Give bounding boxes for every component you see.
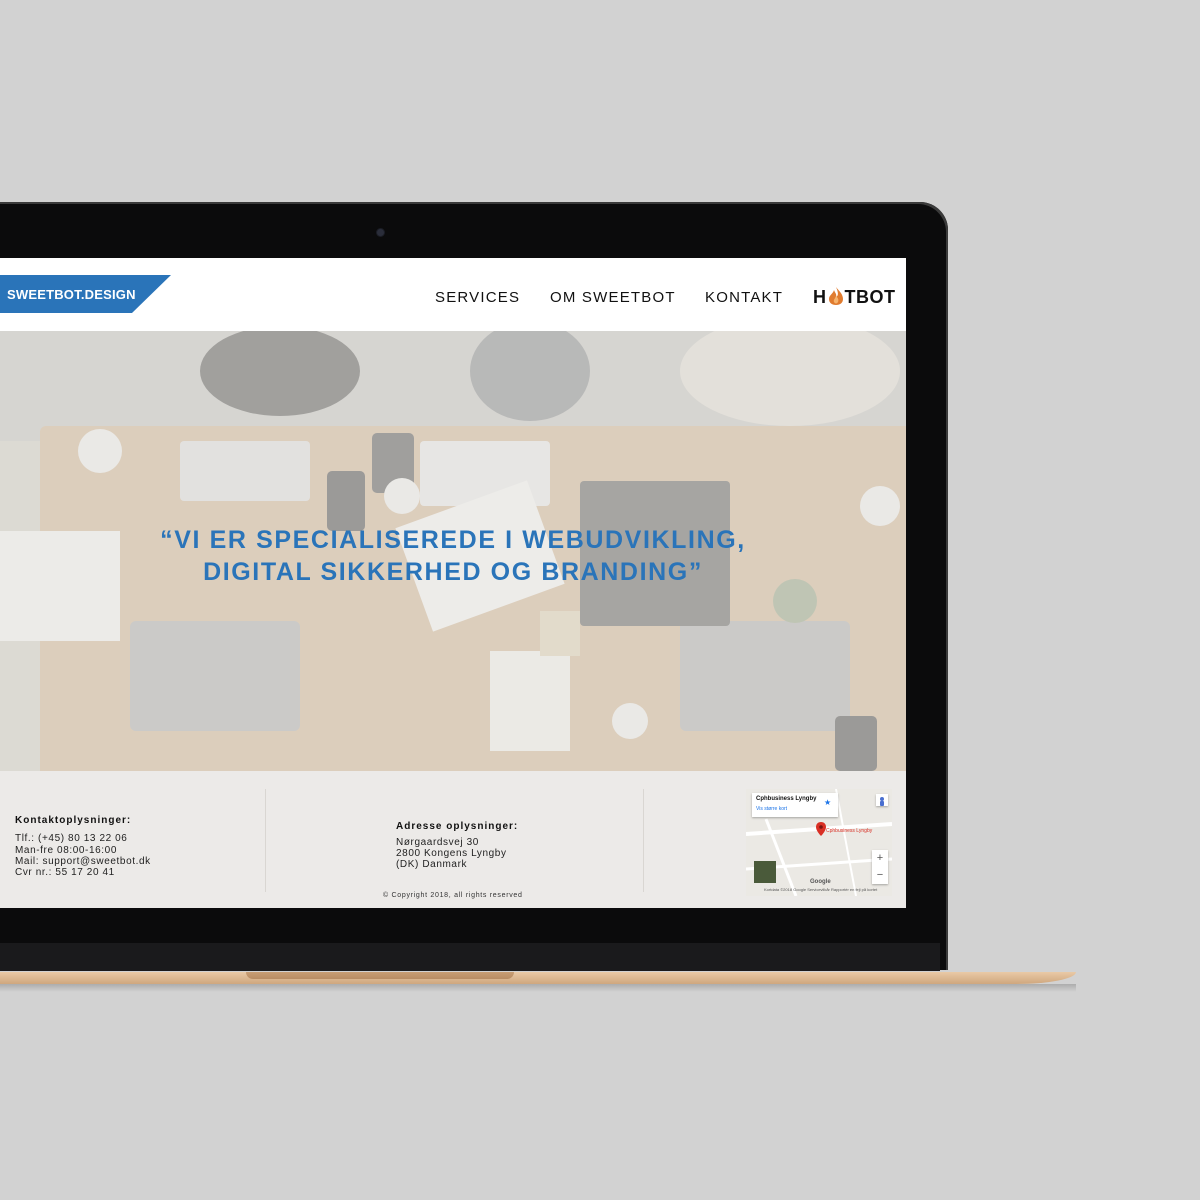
address-street: Nørgaardsvej 30: [396, 837, 479, 848]
nav-om-sweetbot[interactable]: OM SWEETBOT: [550, 289, 676, 306]
copyright-text: © Copyright 2018, all rights reserved: [383, 892, 523, 899]
google-logo: Google: [810, 879, 831, 885]
save-star-icon[interactable]: ★: [824, 798, 831, 807]
footer-divider: [643, 789, 644, 892]
site-logo[interactable]: SWEETBOT.DESIGN: [0, 275, 171, 313]
map-attribution[interactable]: Kortdata ©2018 Google Servicevilkår Rapp…: [764, 887, 877, 892]
street-view-person-icon[interactable]: [876, 794, 888, 806]
map-pin-icon[interactable]: [816, 822, 826, 836]
address-city: 2800 Kongens Lyngby: [396, 848, 507, 859]
webcam-icon: [377, 229, 384, 236]
logo-text: SWEETBOT.DESIGN: [7, 287, 136, 302]
footer-divider: [265, 789, 266, 892]
hero-quote-line-2: DIGITAL SIKKERHED OG BRANDING”: [203, 558, 703, 586]
map-zoom-control: + −: [872, 850, 888, 884]
map-larger-link[interactable]: Vis større kort: [756, 806, 787, 812]
laptop-base-notch: [246, 972, 514, 979]
hero-quote: “VI ER SPECIALISEREDE I WEBUDVIKLING, DI…: [0, 524, 906, 588]
embedded-map[interactable]: Cphbusiness Lyngby Vis større kort ★ Cph…: [746, 789, 892, 896]
contact-hours: Man-fre 08:00-16:00: [15, 845, 118, 856]
zoom-out-button[interactable]: −: [872, 867, 888, 884]
laptop-base: [0, 972, 1076, 984]
site-footer: Kontaktoplysninger: Tlf.: (+45) 80 13 22…: [0, 771, 906, 908]
nav-kontakt[interactable]: KONTAKT: [705, 289, 783, 306]
contact-phone: Tlf.: (+45) 80 13 22 06: [15, 833, 128, 844]
contact-mail[interactable]: Mail: support@sweetbot.dk: [15, 856, 151, 867]
nav-services[interactable]: SERVICES: [435, 289, 520, 306]
hotbot-brand-logo[interactable]: H TBOT: [813, 286, 896, 308]
contact-cvr: Cvr nr.: 55 17 20 41: [15, 867, 115, 878]
map-place-title: Cphbusiness Lyngby: [756, 796, 817, 802]
hero-section: “VI ER SPECIALISEREDE I WEBUDVIKLING, DI…: [0, 331, 906, 771]
laptop-bottom-bezel: [0, 943, 940, 971]
brand-suffix: TBOT: [844, 287, 896, 307]
flame-icon: [828, 287, 843, 305]
site-header: SWEETBOT.DESIGN SERVICES OM SWEETBOT KON…: [0, 258, 906, 331]
map-pin-label: Cphbusiness Lyngby: [826, 828, 873, 834]
brand-prefix: H: [813, 287, 827, 307]
address-title: Adresse oplysninger:: [396, 821, 519, 832]
zoom-in-button[interactable]: +: [872, 850, 888, 867]
website-screen: SWEETBOT.DESIGN SERVICES OM SWEETBOT KON…: [0, 258, 906, 908]
address-country: (DK) Danmark: [396, 859, 468, 870]
map-place-card: Cphbusiness Lyngby Vis større kort ★: [752, 793, 838, 817]
contact-title: Kontaktoplysninger:: [15, 815, 132, 826]
hero-quote-line-1: “VI ER SPECIALISEREDE I WEBUDVIKLING,: [160, 526, 746, 554]
laptop-base-shadow: [0, 984, 1076, 992]
